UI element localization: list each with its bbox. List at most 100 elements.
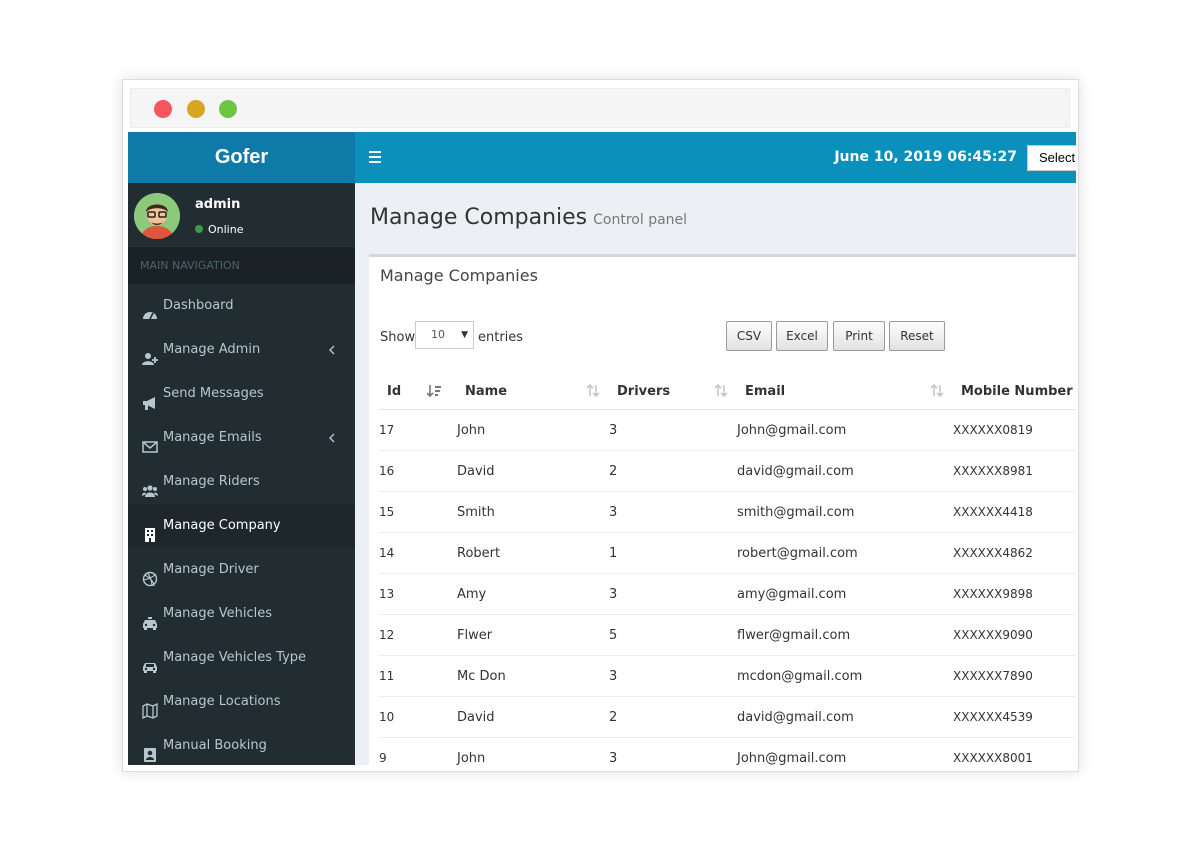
window-titlebar [130, 88, 1070, 128]
sidebar-item-manage-admin[interactable]: Manage Admin [128, 328, 355, 372]
cell-mobile: XXXXXX0819 [953, 409, 1076, 451]
user-avatar [134, 193, 180, 239]
cell-id: 17 [379, 409, 457, 451]
address-book-icon [142, 738, 158, 762]
table-row: 14 Robert 1 robert@gmail.com XXXXXX4862 [379, 532, 1076, 574]
table-row: 15 Smith 3 smith@gmail.com XXXXXX4418 [379, 491, 1076, 533]
sidebar-item-manage-driver[interactable]: Manage Driver [128, 548, 355, 592]
sort-both-icon [714, 384, 728, 398]
entries-per-page-select[interactable]: 10 ▼ [415, 321, 474, 349]
cell-drivers: 3 [609, 409, 737, 451]
sidebar: Gofer admin Online MAIN NAVIGATION Dashb… [128, 132, 355, 765]
cell-email: smith@gmail.com [737, 491, 953, 533]
sidebar-item-manage-company[interactable]: Manage Company [128, 504, 355, 548]
current-datetime: June 10, 2019 06:45:27 [834, 149, 1017, 165]
sidebar-item-manage-vehicles-type[interactable]: Manage Vehicles Type [128, 636, 355, 680]
cell-drivers: 3 [609, 655, 737, 697]
cell-email: david@gmail.com [737, 696, 953, 738]
minimize-window-button[interactable] [187, 100, 205, 118]
table-row: 12 Flwer 5 flwer@gmail.com XXXXXX9090 [379, 614, 1076, 656]
cell-email: John@gmail.com [737, 409, 953, 451]
sidebar-item-label: Manage Emails [163, 430, 262, 445]
cell-mobile: XXXXXX8001 [953, 737, 1076, 765]
sidebar-item-label: Manual Booking [163, 738, 267, 753]
cell-id: 16 [379, 450, 457, 492]
cell-name: Flwer [457, 614, 609, 656]
cell-email: mcdon@gmail.com [737, 655, 953, 697]
sidebar-item-dashboard[interactable]: Dashboard [128, 284, 355, 328]
sidebar-item-manage-emails[interactable]: Manage Emails [128, 416, 355, 460]
table-row: 17 John 3 John@gmail.com XXXXXX0819 [379, 409, 1076, 451]
reset-button[interactable]: Reset [889, 321, 945, 351]
cell-drivers: 3 [609, 573, 737, 615]
column-header-mobile[interactable]: Mobile Number [953, 373, 1076, 410]
page-subtitle: Control panel [593, 212, 688, 228]
companies-table: Id Name Drivers Email Mobile Number 17 J… [379, 373, 1076, 765]
user-panel: admin Online [128, 183, 355, 247]
cell-drivers: 3 [609, 737, 737, 765]
dribbble-icon [142, 562, 158, 587]
cell-name: David [457, 696, 609, 738]
page-title-text: Manage Companies [370, 205, 588, 230]
cell-name: Robert [457, 532, 609, 574]
sidebar-item-label: Dashboard [163, 298, 234, 313]
maximize-window-button[interactable] [219, 100, 237, 118]
print-button[interactable]: Print [833, 321, 885, 351]
cell-mobile: XXXXXX9898 [953, 573, 1076, 615]
column-header-name[interactable]: Name [457, 373, 609, 410]
user-name: admin [195, 197, 241, 212]
csv-button[interactable]: CSV [726, 321, 772, 351]
column-header-id[interactable]: Id [379, 373, 457, 410]
cell-id: 14 [379, 532, 457, 574]
sidebar-item-send-messages[interactable]: Send Messages [128, 372, 355, 416]
table-row: 13 Amy 3 amy@gmail.com XXXXXX9898 [379, 573, 1076, 615]
browser-window: Gofer admin Online MAIN NAVIGATION Dashb… [122, 79, 1079, 772]
cell-name: Mc Don [457, 655, 609, 697]
user-status: Online [195, 223, 243, 236]
dropdown-arrow-icon: ▼ [461, 330, 468, 340]
page-title: Manage Companies Control panel [370, 205, 687, 230]
table-row: 16 David 2 david@gmail.com XXXXXX8981 [379, 450, 1076, 492]
excel-button[interactable]: Excel [776, 321, 828, 351]
user-status-text: Online [208, 223, 244, 236]
cell-email: John@gmail.com [737, 737, 953, 765]
cell-id: 15 [379, 491, 457, 533]
nav-header: MAIN NAVIGATION [128, 247, 355, 284]
car-icon [142, 650, 158, 673]
sidebar-item-manual-booking[interactable]: Manual Booking [128, 724, 355, 765]
sidebar-item-manage-locations[interactable]: Manage Locations [128, 680, 355, 724]
language-select[interactable]: Select [1027, 145, 1076, 171]
cell-email: flwer@gmail.com [737, 614, 953, 656]
cell-name: Amy [457, 573, 609, 615]
admin-app: Gofer admin Online MAIN NAVIGATION Dashb… [128, 132, 1076, 765]
cell-id: 13 [379, 573, 457, 615]
cell-mobile: XXXXXX4862 [953, 532, 1076, 574]
sort-both-icon [930, 384, 944, 398]
bullhorn-icon [142, 386, 158, 410]
sort-desc-icon [427, 385, 441, 398]
map-icon [142, 694, 158, 720]
cell-email: robert@gmail.com [737, 532, 953, 574]
sidebar-item-manage-vehicles[interactable]: Manage Vehicles [128, 592, 355, 636]
cell-mobile: XXXXXX9090 [953, 614, 1076, 656]
sidebar-item-label: Manage Driver [163, 562, 259, 577]
close-window-button[interactable] [154, 100, 172, 118]
column-header-email[interactable]: Email [737, 373, 953, 410]
top-navbar: June 10, 2019 06:45:27 Select [355, 132, 1076, 183]
column-header-drivers[interactable]: Drivers [609, 373, 737, 410]
sidebar-item-manage-riders[interactable]: Manage Riders [128, 460, 355, 504]
sidebar-item-label: Manage Vehicles [163, 606, 273, 621]
dashboard-icon [142, 298, 158, 320]
content-area: Manage Companies Control panel Manage Com… [355, 183, 1076, 765]
cell-mobile: XXXXXX8981 [953, 450, 1076, 492]
cell-email: amy@gmail.com [737, 573, 953, 615]
cell-id: 10 [379, 696, 457, 738]
cell-drivers: 1 [609, 532, 737, 574]
sort-both-icon [586, 384, 600, 398]
companies-box: Manage Companies Show 10 ▼ entries CSV Ex… [369, 254, 1076, 765]
brand-logo[interactable]: Gofer [128, 132, 355, 183]
cell-id: 9 [379, 737, 457, 765]
cell-drivers: 2 [609, 696, 737, 738]
hamburger-menu-icon[interactable] [369, 151, 383, 163]
cell-id: 11 [379, 655, 457, 697]
